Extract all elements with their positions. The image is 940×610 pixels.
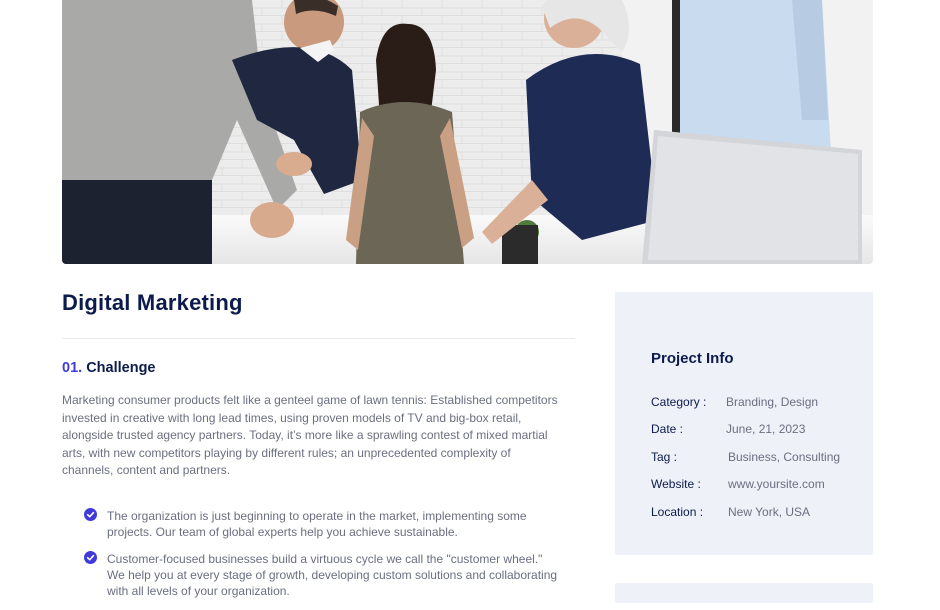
info-value-link[interactable]: www.yoursite.com	[728, 477, 825, 491]
page-title: Digital Marketing	[62, 290, 243, 315]
divider	[62, 338, 575, 339]
bullet-list: The organization is just beginning to op…	[84, 508, 560, 610]
info-label: Location :	[651, 505, 704, 519]
hero-image	[62, 0, 873, 264]
list-item-text: The organization is just beginning to op…	[107, 509, 527, 539]
project-info-heading: Project Info	[651, 350, 734, 367]
challenge-description: Marketing consumer products felt like a …	[62, 393, 558, 477]
info-label: Website :	[651, 477, 701, 491]
info-label: Tag :	[651, 450, 678, 464]
info-label: Date :	[651, 422, 684, 436]
list-item: The organization is just beginning to op…	[84, 508, 560, 540]
list-item-text: Customer-focused businesses build a virt…	[107, 552, 558, 598]
info-value: Branding, Design	[726, 395, 819, 409]
project-info-card: Project Info Category : Branding, Design…	[615, 292, 873, 555]
secondary-card	[615, 583, 873, 603]
section-heading: 01. Challenge	[62, 360, 156, 376]
team-meeting-photo	[62, 0, 873, 264]
check-circle-icon	[84, 551, 97, 564]
section-number: 01.	[62, 360, 83, 376]
info-value: Business, Consulting	[728, 450, 841, 464]
info-label: Category :	[651, 395, 707, 409]
list-item: Customer-focused businesses build a virt…	[84, 551, 560, 599]
check-circle-icon	[84, 508, 97, 521]
info-value: June, 21, 2023	[726, 422, 806, 436]
section-title: Challenge	[86, 360, 156, 376]
info-value: New York, USA	[728, 505, 811, 519]
